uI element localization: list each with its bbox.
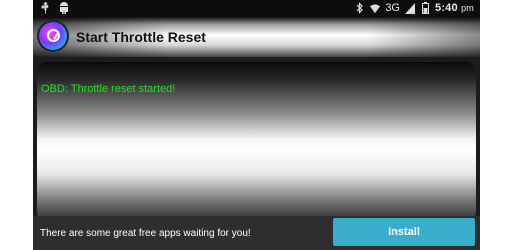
- status-message: OBD: Throttle reset started!: [41, 83, 176, 95]
- page-title: Start Throttle Reset: [76, 29, 206, 45]
- phone-screen: 3G 5:40 pm Start Throttle Reset OBD: Thr…: [33, 0, 480, 250]
- android-debug-icon: [59, 2, 69, 14]
- usb-icon: [40, 2, 50, 14]
- wifi-icon: [370, 2, 381, 14]
- install-button[interactable]: Install: [333, 218, 475, 246]
- battery-icon: [420, 2, 430, 14]
- status-bar: 3G 5:40 pm: [33, 0, 480, 17]
- bluetooth-icon: [355, 2, 365, 14]
- app-logo-icon[interactable]: [37, 20, 69, 52]
- network-type: 3G: [385, 2, 400, 14]
- gauge-icon: [47, 29, 60, 42]
- ad-text: There are some great free apps waiting f…: [40, 228, 251, 239]
- clock: 5:40 pm: [435, 2, 474, 14]
- signal-icon: [405, 2, 415, 14]
